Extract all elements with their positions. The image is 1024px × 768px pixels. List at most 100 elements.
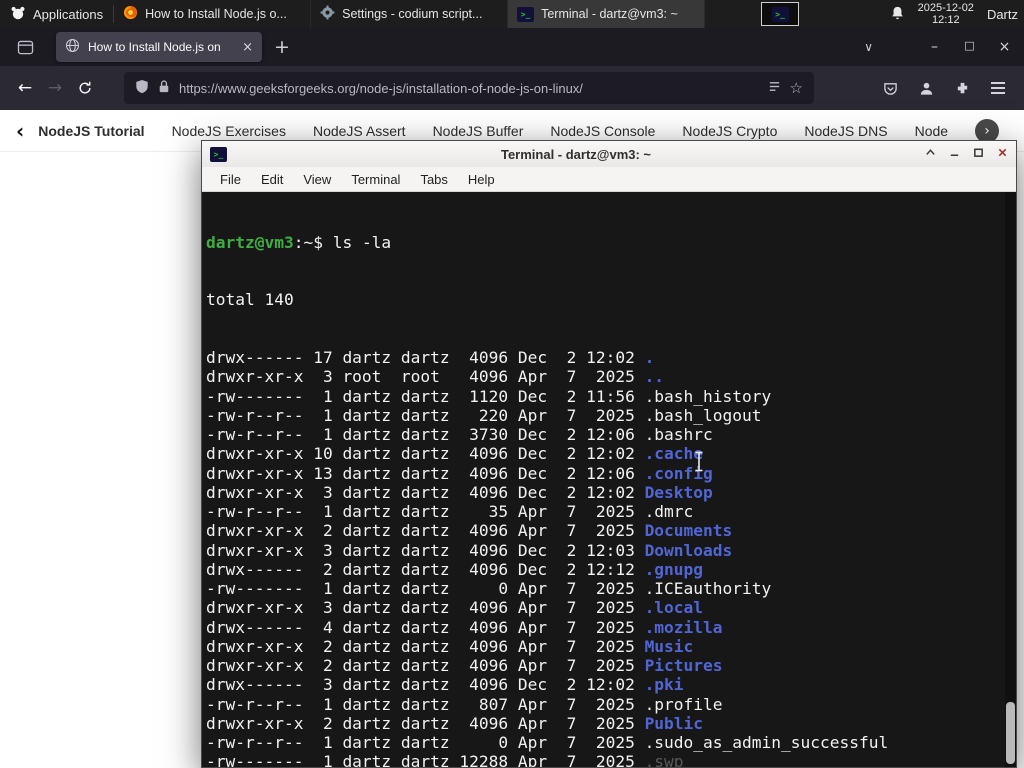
bookmark-star-icon[interactable]: ☆ <box>790 79 803 97</box>
maximize-button[interactable]: □ <box>952 39 987 55</box>
nav-link-nodejs-tutorial[interactable]: NodeJS Tutorial <box>38 123 144 139</box>
gear-icon <box>320 5 335 23</box>
terminal-window-title: Terminal - dartz@vm3: ~ <box>500 146 652 162</box>
shade-button[interactable] <box>925 145 936 163</box>
terminal-prompt-line: dartz@vm3:~$ ls -la <box>206 233 1016 252</box>
reader-mode-icon[interactable] <box>768 80 781 96</box>
nav-link-nodejs-console[interactable]: NodeJS Console <box>550 123 655 139</box>
terminal-scrollbar[interactable] <box>1005 192 1016 767</box>
taskbar-item-terminal[interactable]: >_ Terminal - dartz@vm3: ~ <box>508 0 706 28</box>
minimize-button[interactable]: – <box>917 39 952 55</box>
terminal-line: drwx------ 2 dartz dartz 4096 Dec 2 12:1… <box>206 559 704 579</box>
browser-tab[interactable]: How to Install Node.js on × <box>56 32 262 62</box>
lock-icon[interactable] <box>158 79 170 97</box>
toolbar-right-icons <box>876 73 1014 103</box>
terminal-line: drwxr-xr-x 3 dartz dartz 4096 Apr 7 2025… <box>206 598 704 618</box>
panel-status-area: 2025-12-02 12:12 Dartz <box>890 2 1024 27</box>
prompt-suffix: :~$ <box>293 232 333 252</box>
terminal-line: drwxr-xr-x 2 dartz dartz 4096 Apr 7 2025… <box>206 656 723 675</box>
terminal-line: drwxr-xr-x 3 dartz dartz 4096 Dec 2 12:0… <box>206 540 733 560</box>
terminal-line: -rw-r--r-- 1 dartz dartz 3730 Dec 2 12:0… <box>206 425 713 444</box>
taskbar-item-firefox[interactable]: How to Install Node.js o... <box>114 0 312 28</box>
terminal-screen[interactable]: dartz@vm3:~$ ls -la total 140 drwx------… <box>202 192 1016 767</box>
nav-link-node-truncated[interactable]: Node <box>915 123 948 139</box>
terminal-window: >_ Terminal - dartz@vm3: ~ File Edit Vie… <box>201 140 1017 768</box>
list-all-tabs-icon[interactable]: ∨ <box>864 40 873 54</box>
clock-date: 2025-12-02 <box>917 1 974 14</box>
extensions-icon[interactable] <box>948 73 976 103</box>
clock-time: 12:12 <box>932 14 960 26</box>
terminal-line: -rw------- 1 dartz dartz 0 Apr 7 2025 .I… <box>206 579 772 598</box>
url-bar[interactable]: https://www.geeksforgeeks.org/node-js/in… <box>124 72 814 104</box>
terminal-menubar: File Edit View Terminal Tabs Help <box>202 167 1016 192</box>
firefox-window-controls: – □ × <box>917 39 1022 55</box>
new-tab-button[interactable]: + <box>274 36 290 58</box>
terminal-line: drwx------ 17 dartz dartz 4096 Dec 2 12:… <box>206 348 655 367</box>
reload-button[interactable] <box>70 73 100 103</box>
close-button[interactable]: × <box>987 39 1022 55</box>
globe-icon <box>65 38 80 56</box>
terminal-window-icon: >_ <box>771 6 789 22</box>
top-panel: Applications How to Install Node.js o...… <box>0 0 1024 28</box>
hamburger-icon <box>991 82 1005 94</box>
terminal-line: drwx------ 4 dartz dartz 4096 Apr 7 2025… <box>206 617 723 637</box>
menu-help[interactable]: Help <box>458 170 505 189</box>
tab-close-icon[interactable]: × <box>242 40 253 55</box>
terminal-total-line: total 140 <box>206 290 294 310</box>
terminal-line: -rw-r--r-- 1 dartz dartz 35 Apr 7 2025 .… <box>206 502 694 521</box>
tracking-shield-icon[interactable] <box>135 79 149 97</box>
url-text: https://www.geeksforgeeks.org/node-js/in… <box>179 80 583 96</box>
terminal-listing: drwx------ 17 dartz dartz 4096 Dec 2 12:… <box>206 348 1016 767</box>
terminal-line: drwxr-xr-x 2 dartz dartz 4096 Apr 7 2025… <box>206 636 694 656</box>
pocket-icon[interactable] <box>876 73 904 103</box>
prompt-user-host: dartz@vm3 <box>206 232 294 252</box>
terminal-line: -rw------- 1 dartz dartz 12288 Apr 7 202… <box>206 752 684 767</box>
applications-menu[interactable]: Applications <box>0 0 113 28</box>
panel-clock[interactable]: 2025-12-02 12:12 <box>918 2 974 27</box>
terminal-line: drwxr-xr-x 3 dartz dartz 4096 Dec 2 12:0… <box>206 482 713 502</box>
menu-file[interactable]: File <box>210 170 251 189</box>
nav-link-nodejs-buffer[interactable]: NodeJS Buffer <box>433 123 524 139</box>
nav-link-nodejs-crypto[interactable]: NodeJS Crypto <box>682 123 777 139</box>
applications-icon <box>10 5 26 24</box>
terminal-line: drwxr-xr-x 2 dartz dartz 4096 Apr 7 2025… <box>206 521 733 541</box>
menu-tabs[interactable]: Tabs <box>410 170 457 189</box>
nav-link-nodejs-exercises[interactable]: NodeJS Exercises <box>172 123 286 139</box>
back-button[interactable]: ← <box>10 73 40 103</box>
chevron-right-icon[interactable]: › <box>975 118 1000 143</box>
menu-edit[interactable]: Edit <box>251 170 293 189</box>
nav-link-nodejs-assert[interactable]: NodeJS Assert <box>313 123 406 139</box>
taskbar-item-settings[interactable]: Settings - codium script... <box>311 0 509 28</box>
firefox-toolbar: ← → https://www.geeksforgeeks.org/node-j… <box>0 66 1024 110</box>
terminal-line: -rw-r--r-- 1 dartz dartz 0 Apr 7 2025 .s… <box>206 733 889 752</box>
terminal-titlebar[interactable]: >_ Terminal - dartz@vm3: ~ <box>202 141 1016 167</box>
terminal-icon: >_ <box>517 6 535 22</box>
account-icon[interactable] <box>912 73 940 103</box>
tab-title: How to Install Node.js on <box>88 40 221 54</box>
terminal-line: drwxr-xr-x 10 dartz dartz 4096 Dec 2 12:… <box>206 444 704 464</box>
chevron-left-icon[interactable]: ‹ <box>16 119 24 143</box>
firefox-icon <box>123 5 138 23</box>
firefox-view-icon[interactable] <box>12 34 38 60</box>
terminal-line: drwxr-xr-x 13 dartz dartz 4096 Dec 2 12:… <box>206 463 713 483</box>
scrollbar-thumb[interactable] <box>1006 702 1015 764</box>
forward-button[interactable]: → <box>40 73 70 103</box>
text-cursor <box>635 432 705 496</box>
terminal-line: -rw------- 1 dartz dartz 1120 Dec 2 11:5… <box>206 386 772 406</box>
workspace-pager[interactable]: >_ <box>761 2 800 26</box>
minimize-button[interactable] <box>949 145 960 163</box>
terminal-line: -rw-r--r-- 1 dartz dartz 807 Apr 7 2025 … <box>206 694 723 714</box>
terminal-titlebar-icon: >_ <box>210 146 227 162</box>
maximize-button[interactable] <box>973 145 984 163</box>
terminal-line: drwxr-xr-x 3 root root 4096 Apr 7 2025 .… <box>206 367 665 387</box>
terminal-command: ls -la <box>332 232 392 252</box>
menu-button[interactable] <box>984 73 1012 103</box>
notification-bell-icon[interactable] <box>890 5 905 24</box>
firefox-tab-strip: How to Install Node.js on × + ∨ – □ × <box>0 28 1024 66</box>
close-button[interactable] <box>997 145 1008 163</box>
menu-view[interactable]: View <box>293 170 341 189</box>
menu-terminal[interactable]: Terminal <box>341 170 410 189</box>
terminal-line: drwx------ 3 dartz dartz 4096 Dec 2 12:0… <box>206 675 684 695</box>
applications-label: Applications <box>33 6 104 22</box>
nav-link-nodejs-dns[interactable]: NodeJS DNS <box>804 123 887 139</box>
